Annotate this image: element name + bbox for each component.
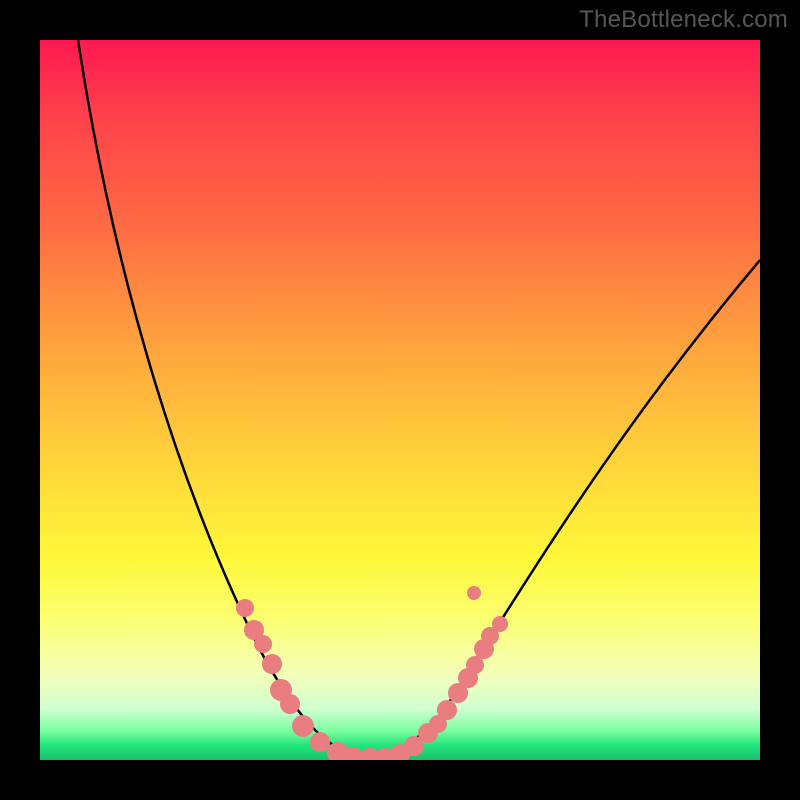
data-point-marker xyxy=(466,656,484,674)
data-point-marker xyxy=(292,715,314,737)
data-point-marker xyxy=(467,586,481,600)
data-point-marker xyxy=(262,654,282,674)
data-point-marker xyxy=(310,732,330,752)
marker-group xyxy=(236,586,508,760)
data-point-marker xyxy=(280,694,300,714)
plot-area xyxy=(40,40,760,760)
data-point-marker xyxy=(236,599,254,617)
chart-svg xyxy=(40,40,760,760)
data-point-marker xyxy=(437,700,457,720)
watermark-text: TheBottleneck.com xyxy=(579,6,788,34)
chart-container: TheBottleneck.com xyxy=(0,0,800,800)
data-point-marker xyxy=(254,635,272,653)
bottleneck-curve xyxy=(78,40,760,757)
data-point-marker xyxy=(492,616,508,632)
